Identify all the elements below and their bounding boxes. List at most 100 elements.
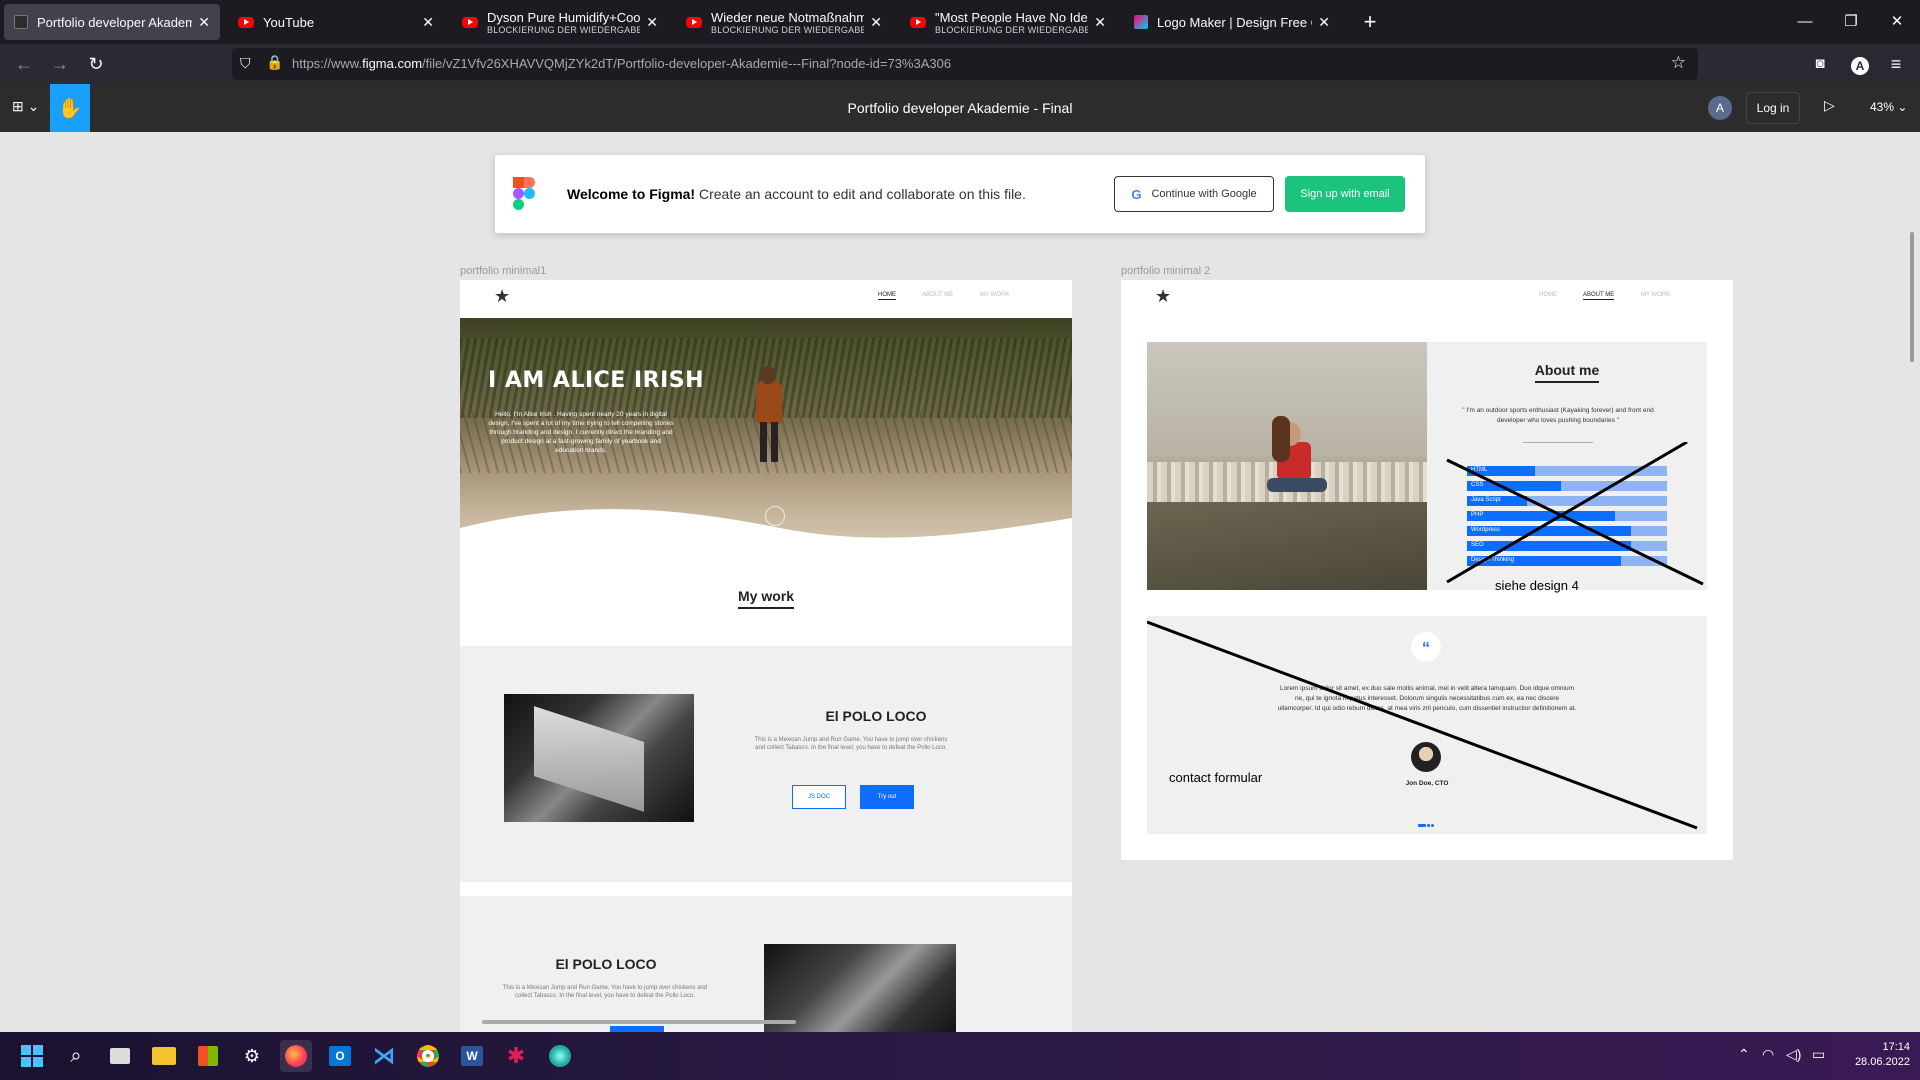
nav-home[interactable]: HOME xyxy=(1539,292,1557,298)
youtube-favicon-icon xyxy=(686,16,702,28)
bookmark-star-icon[interactable]: ☆ xyxy=(1671,53,1686,73)
frame-label[interactable]: portfolio minimal 2 xyxy=(1121,265,1210,277)
url-prefix: https://www. xyxy=(292,56,363,71)
restore-icon[interactable]: ❐ xyxy=(1836,8,1866,36)
figma-logo-icon xyxy=(513,177,535,210)
hero-wave xyxy=(460,509,1072,554)
welcome-text: Welcome to Figma! Create an account to e… xyxy=(567,186,1026,202)
vertical-scrollbar[interactable] xyxy=(1910,232,1914,362)
firefox-icon[interactable] xyxy=(280,1040,312,1072)
youtube-favicon-icon xyxy=(462,16,478,28)
figma-canvas[interactable]: Welcome to Figma! Create an account to e… xyxy=(0,132,1920,1032)
close-window-icon[interactable]: ✕ xyxy=(1882,8,1912,36)
zoom-menu[interactable]: 43% ⌄ xyxy=(1870,100,1907,114)
user-avatar[interactable]: A xyxy=(1708,96,1732,120)
windows-start-icon[interactable] xyxy=(16,1040,48,1072)
task-view-icon[interactable] xyxy=(104,1040,136,1072)
close-tab-icon[interactable]: ✕ xyxy=(198,14,210,31)
figma-toolbar: ⊞ ⌄ ✋ Portfolio developer Akademie - Fin… xyxy=(0,84,1920,132)
clock[interactable]: 17:14 28.06.2022 xyxy=(1840,1040,1910,1070)
project-image xyxy=(764,944,956,1032)
tab-youtube[interactable]: YouTube ✕ xyxy=(228,4,444,40)
url-domain: figma.com xyxy=(362,56,423,71)
shield-icon[interactable]: ⛉ xyxy=(240,55,251,72)
clock-date: 28.06.2022 xyxy=(1854,1056,1910,1068)
url-text[interactable]: https://www.figma.com/file/vZ1Vfv26XHAVV… xyxy=(292,56,951,71)
login-button[interactable]: Log in xyxy=(1746,92,1800,124)
battery-icon[interactable]: ▭ xyxy=(1812,1046,1825,1063)
tab-title: Portfolio developer Akademie - F xyxy=(37,14,193,30)
vscode-icon[interactable]: ⋊ xyxy=(368,1040,400,1072)
browser-tab-bar: Portfolio developer Akademie - F ✕ YouTu… xyxy=(0,0,1920,44)
pocket-icon[interactable]: ◙ xyxy=(1806,50,1834,78)
forward-icon[interactable]: → xyxy=(46,50,74,78)
hero-title: I AM ALICE IRISH xyxy=(488,368,705,393)
close-tab-icon[interactable]: ✕ xyxy=(1094,14,1106,31)
close-tab-icon[interactable]: ✕ xyxy=(422,14,434,31)
cross-out-annotation xyxy=(1446,442,1704,586)
google-button-label: Continue with Google xyxy=(1151,188,1257,200)
about-section: About me " I'm an outdoor sports enthusi… xyxy=(1147,342,1707,593)
steam-icon[interactable]: ⚙ xyxy=(236,1040,268,1072)
jsdoc-button[interactable]: JS DOC xyxy=(792,785,846,809)
nav-work[interactable]: MY WORK xyxy=(980,292,1009,298)
project-text: This is a Mexican Jump and Run Game. You… xyxy=(754,737,948,751)
about-photo xyxy=(1147,342,1427,590)
store-icon[interactable] xyxy=(192,1040,224,1072)
document-title: Portfolio developer Akademie - Final xyxy=(847,100,1073,116)
continue-google-button[interactable]: G Continue with Google xyxy=(1114,176,1274,212)
tab-notmassnahmen[interactable]: Wieder neue Notmaßnahmen!BLOCKIERUNG DER… xyxy=(676,4,892,40)
chrome-icon[interactable] xyxy=(412,1040,444,1072)
file-explorer-icon[interactable] xyxy=(148,1040,180,1072)
tab-portfolio[interactable]: Portfolio developer Akademie - F ✕ xyxy=(4,4,220,40)
tab-title: Logo Maker | Design Free Custo xyxy=(1157,14,1312,30)
star-logo-icon: ★ xyxy=(494,286,511,306)
nav-about[interactable]: ABOUT ME xyxy=(1583,292,1615,300)
tab-most-people[interactable]: "Most People Have No Idea WhBLOCKIERUNG … xyxy=(900,4,1116,40)
project-text: This is a Mexican Jump and Run Game. You… xyxy=(502,985,708,999)
figma-favicon-icon xyxy=(14,15,28,29)
menu-icon[interactable]: ≡ xyxy=(1882,50,1910,78)
word-icon[interactable]: W xyxy=(456,1040,488,1072)
slack-icon[interactable]: ✱ xyxy=(500,1040,532,1072)
project-section-1: El POLO LOCO This is a Mexican Jump and … xyxy=(460,646,1072,882)
project-section-2: El POLO LOCO This is a Mexican Jump and … xyxy=(460,896,1072,1032)
star-logo-icon: ★ xyxy=(1155,286,1172,306)
nav-about[interactable]: ABOUT ME xyxy=(922,292,953,298)
tab-dyson[interactable]: Dyson Pure Humidify+Cool nacBLOCKIERUNG … xyxy=(452,4,668,40)
windows-taskbar: ⌕ ⚙ O ⋊ W ✱ ⌃ ◠ ◁) ▭ 17:14 28.06.2022 xyxy=(0,1032,1920,1080)
cross-out-annotation xyxy=(1147,620,1698,830)
lock-icon[interactable]: 🔒 xyxy=(266,54,283,71)
nav-work[interactable]: MY WORK xyxy=(1641,292,1670,298)
minimize-icon[interactable]: — xyxy=(1790,8,1820,36)
browser-nav-bar: ← → ↻ ⛉ 🔒 https://www.figma.com/file/vZ1… xyxy=(0,44,1920,84)
url-bar[interactable]: ⛉ 🔒 https://www.figma.com/file/vZ1Vfv26X… xyxy=(232,48,1698,80)
frame-label[interactable]: portfolio minimal1 xyxy=(460,265,546,277)
frame-portfolio-minimal1[interactable]: ★ HOME ABOUT ME MY WORK I AM ALICE IRISH… xyxy=(460,280,1072,1032)
tab-subtitle: BLOCKIERUNG DER WIEDERGABE xyxy=(487,24,641,35)
search-icon[interactable]: ⌕ xyxy=(60,1040,92,1072)
tab-logo-maker[interactable]: Logo Maker | Design Free Custo ✕ xyxy=(1124,4,1340,40)
tab-title: Dyson Pure Humidify+Cool nac xyxy=(487,9,641,25)
tab-title: "Most People Have No Idea Wh xyxy=(935,9,1088,25)
outlook-icon[interactable]: O xyxy=(324,1040,356,1072)
close-tab-icon[interactable]: ✕ xyxy=(870,14,882,31)
reload-icon[interactable]: ↻ xyxy=(82,50,110,78)
present-play-icon[interactable]: ▷ xyxy=(1824,97,1835,114)
tray-chevron-icon[interactable]: ⌃ xyxy=(1738,1046,1750,1063)
wifi-icon[interactable]: ◠ xyxy=(1762,1046,1774,1063)
maps-globe-icon[interactable] xyxy=(544,1040,576,1072)
close-tab-icon[interactable]: ✕ xyxy=(646,14,658,31)
volume-icon[interactable]: ◁) xyxy=(1786,1046,1801,1063)
tryout-button[interactable]: Try out xyxy=(860,785,914,809)
frame-portfolio-minimal2[interactable]: ★ HOME ABOUT ME MY WORK About me " I'm a… xyxy=(1121,280,1733,860)
back-icon[interactable]: ← xyxy=(10,50,38,78)
account-icon[interactable]: A xyxy=(1846,50,1874,78)
horizontal-scrollbar[interactable] xyxy=(482,1020,796,1024)
testimonial-section: “ Lorem ipsum dolor sit amet, ex duo sal… xyxy=(1147,616,1707,834)
close-tab-icon[interactable]: ✕ xyxy=(1318,14,1330,31)
signup-email-button[interactable]: Sign up with email xyxy=(1285,176,1405,212)
nav-home[interactable]: HOME xyxy=(878,292,896,300)
new-tab-icon[interactable]: + xyxy=(1356,8,1384,36)
hero-text: Hello, I'm Alice Irish . Having spent ne… xyxy=(488,411,674,454)
